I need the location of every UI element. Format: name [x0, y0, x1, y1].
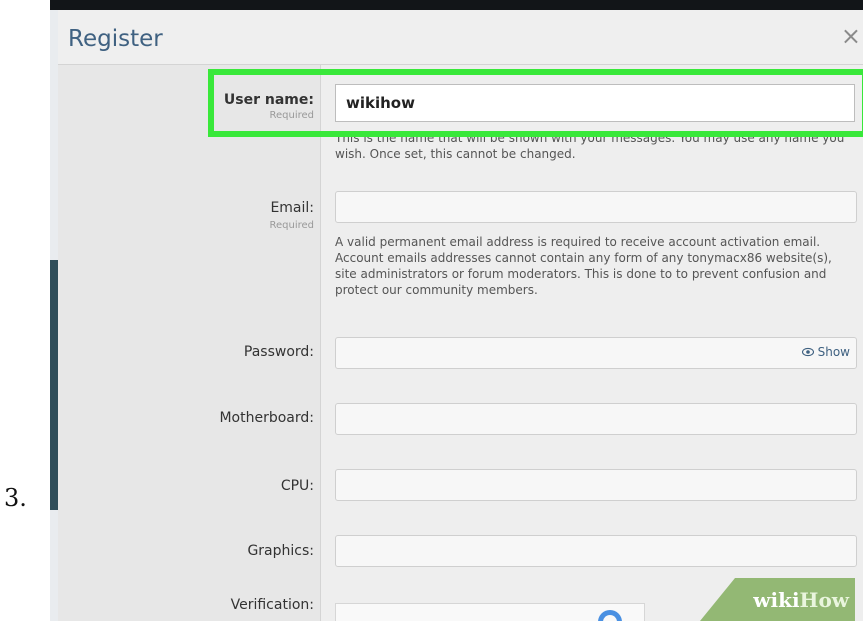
- verification-label: Verification:: [230, 597, 314, 613]
- motherboard-label: Motherboard:: [219, 410, 314, 426]
- cpu-label: CPU:: [280, 478, 314, 494]
- recaptcha-icon: [598, 610, 622, 621]
- username-input[interactable]: wikihow: [335, 84, 855, 122]
- step-number: 3.: [4, 484, 27, 512]
- graphics-label: Graphics:: [247, 543, 314, 559]
- eye-icon: [801, 347, 814, 357]
- email-field[interactable]: [335, 191, 857, 223]
- username-value: wikihow: [346, 94, 415, 112]
- label-column: [58, 65, 321, 621]
- motherboard-field[interactable]: [335, 403, 857, 435]
- show-password-label: Show: [817, 345, 850, 359]
- background-teal-block: [50, 260, 58, 510]
- email-label: Email:: [270, 200, 314, 216]
- username-label: User name:: [223, 92, 314, 108]
- wikihow-logo-part2: How: [799, 588, 849, 612]
- email-required: Required: [269, 220, 314, 231]
- show-password-button[interactable]: Show: [801, 345, 850, 359]
- captcha-widget[interactable]: [335, 603, 645, 621]
- register-dialog: Register × User name: Required wikihow T…: [58, 10, 863, 621]
- browser-top-bar: [50, 0, 863, 10]
- graphics-field[interactable]: [335, 535, 857, 567]
- screenshot-frame: Register × User name: Required wikihow T…: [50, 0, 863, 621]
- password-label: Password:: [243, 344, 314, 360]
- username-required: Required: [269, 110, 314, 121]
- email-help: A valid permanent email address is requi…: [335, 235, 832, 297]
- cpu-field[interactable]: [335, 469, 857, 501]
- close-icon[interactable]: ×: [841, 24, 861, 48]
- wikihow-logo-text: wikiHow: [753, 588, 849, 612]
- dialog-title: Register: [68, 26, 163, 52]
- background-page-strip: [50, 10, 58, 621]
- dialog-header: Register ×: [58, 10, 863, 65]
- wikihow-logo-part1: wiki: [753, 588, 800, 612]
- password-field[interactable]: Show: [335, 337, 857, 369]
- username-help: This is the name that will be shown with…: [335, 131, 845, 161]
